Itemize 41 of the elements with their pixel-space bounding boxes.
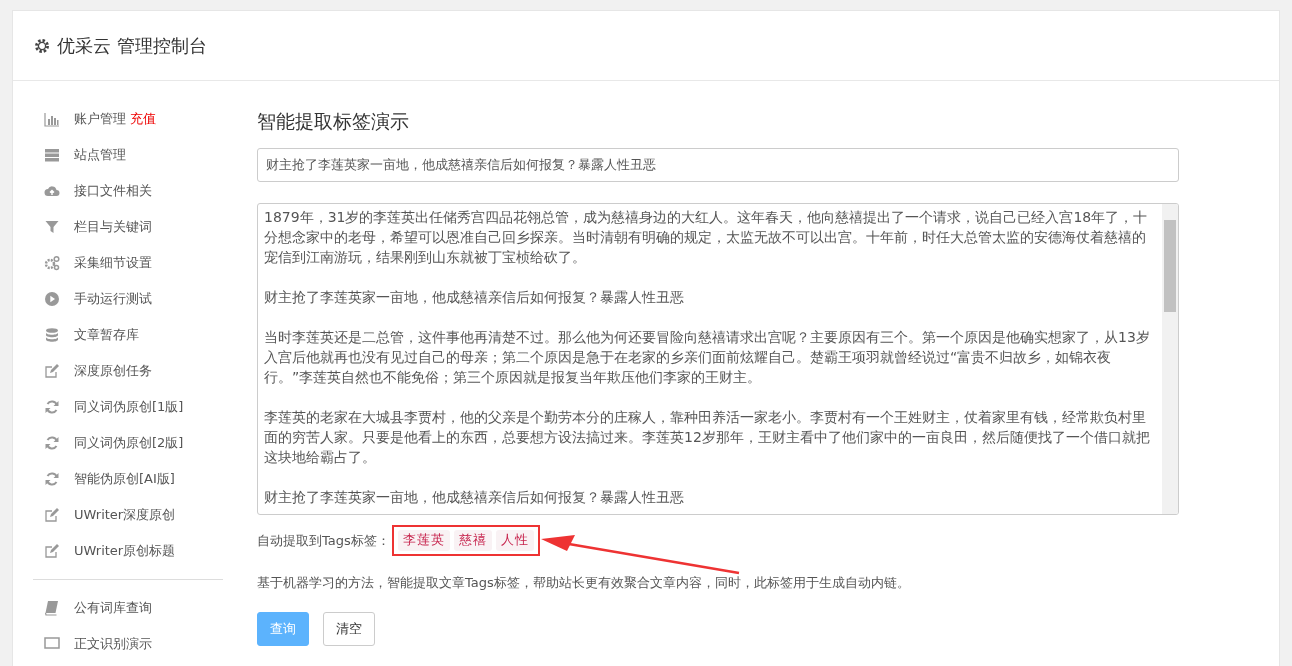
bar-chart-icon: [44, 111, 60, 127]
sidebar-item[interactable]: 正文识别演示: [33, 626, 223, 662]
database-icon: [44, 327, 60, 343]
description-text: 基于机器学习的方法，智能提取文章Tags标签，帮助站长更有效聚合文章内容，同时，此标签用于生成自动内链。: [257, 574, 911, 592]
sidebar-item[interactable]: 同义词伪原创[2版]: [33, 425, 223, 461]
sidebar-item[interactable]: 采集细节设置: [33, 245, 223, 281]
scrollbar[interactable]: [1162, 204, 1178, 514]
sidebar-item[interactable]: 深度原创任务: [33, 353, 223, 389]
console-title: 优采云 管理控制台: [57, 33, 207, 58]
tag: 慈禧: [453, 530, 492, 551]
sidebar-item[interactable]: 智能伪原创[AI版]: [33, 461, 223, 497]
sidebar-item[interactable]: 文章暂存库: [33, 317, 223, 353]
edit-icon: [44, 507, 60, 523]
sidebar-item[interactable]: 手动运行测试: [33, 281, 223, 317]
page-title: 智能提取标签演示: [257, 109, 410, 134]
cloud-upload-icon: [44, 183, 60, 199]
sidebar-item[interactable]: 账户管理 充值: [33, 101, 223, 137]
tag: 人性: [495, 530, 534, 551]
tags-label: 自动提取到Tags标签：: [257, 531, 390, 550]
clear-button[interactable]: 清空: [323, 612, 375, 646]
sidebar-item[interactable]: 栏目与关键词: [33, 209, 223, 245]
refresh-icon: [44, 399, 60, 415]
refresh-icon: [44, 435, 60, 451]
sidebar-item[interactable]: 公有词库查询: [33, 590, 223, 626]
settings-icon: [33, 36, 51, 55]
sidebar-item[interactable]: 同义词伪原创[1版]: [33, 389, 223, 425]
filter-icon: [44, 219, 60, 235]
edit-icon: [44, 543, 60, 559]
gears-icon: [44, 255, 60, 271]
edit-icon: [44, 363, 60, 379]
sidebar-item[interactable]: 站点管理: [33, 137, 223, 173]
title-input-field[interactable]: 财主抢了李莲英家一亩地，他成慈禧亲信后如何报复？暴露人性丑恶: [257, 148, 1179, 182]
tag: 李莲英: [397, 530, 450, 551]
sidebar-item[interactable]: UWriter原创标题: [33, 533, 223, 569]
play-icon: [44, 291, 60, 307]
refresh-icon: [44, 471, 60, 487]
sidebar-item[interactable]: UWriter深度原创: [33, 497, 223, 533]
monitor-icon: [44, 636, 60, 652]
server-icon: [44, 147, 60, 163]
sidebar-item[interactable]: 接口文件相关: [33, 173, 223, 209]
book-icon: [44, 600, 60, 616]
